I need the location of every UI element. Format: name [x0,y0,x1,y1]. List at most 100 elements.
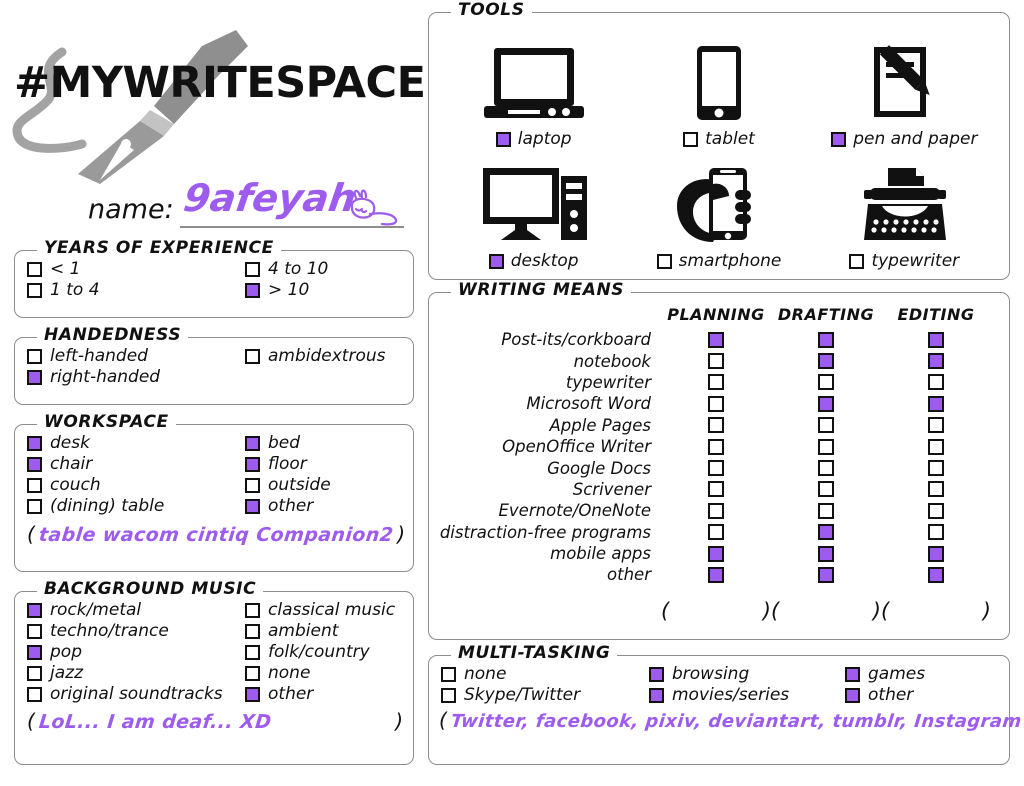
checkbox-row[interactable]: movies/series [649,687,845,704]
writing-means-cell[interactable] [771,353,881,370]
checkbox-planning[interactable] [708,395,724,412]
writing-means-cell[interactable] [771,566,881,583]
writing-means-cell[interactable] [881,438,991,455]
checkbox-row[interactable]: floor [245,456,331,473]
checkbox-row[interactable]: browsing [649,666,845,683]
writing-means-cell[interactable] [881,353,991,370]
checkbox-drafting[interactable] [818,438,834,455]
checkbox-drafting[interactable] [818,502,834,519]
checkbox-experience-under-1[interactable] [27,262,42,277]
writing-means-cell[interactable] [881,481,991,498]
checkbox-left-handed[interactable] [27,349,42,364]
checkbox-movies-series[interactable] [649,688,664,703]
checkbox-row[interactable]: pop [27,644,245,661]
checkbox-floor[interactable] [245,457,260,472]
checkbox-editing[interactable] [928,566,944,583]
checkbox-row[interactable]: none [441,666,649,683]
checkbox-row[interactable]: desktop [488,251,579,271]
checkbox-row[interactable]: desk [27,435,245,452]
writing-means-cell[interactable] [661,438,771,455]
checkbox-rock-metal[interactable] [27,603,42,618]
checkbox-planning[interactable] [708,545,724,562]
checkbox-music-none[interactable] [245,666,260,681]
writing-means-cell[interactable] [661,331,771,348]
checkbox-ambidextrous[interactable] [245,349,260,364]
checkbox-row[interactable]: pen and paper [831,129,977,149]
writing-means-cell[interactable] [881,545,991,562]
checkbox-row[interactable]: outside [245,477,331,494]
workspace-other-text[interactable]: table wacom cintiq Companion2 [38,524,395,546]
checkbox-row[interactable]: > 10 [245,282,328,299]
writing-means-cell[interactable] [661,460,771,477]
writing-means-cell[interactable] [771,545,881,562]
checkbox-classical-music[interactable] [245,603,260,618]
writing-means-cell[interactable] [771,460,881,477]
checkbox-drafting[interactable] [818,524,834,541]
writing-means-cell[interactable] [661,566,771,583]
other-note-editing[interactable]: ( ) [881,599,991,623]
checkbox-planning[interactable] [708,438,724,455]
checkbox-planning[interactable] [708,502,724,519]
music-other-text[interactable]: LoL... I am deaf... XD [38,711,273,733]
checkbox-folk-country[interactable] [245,645,260,660]
writing-means-cell[interactable] [771,395,881,412]
checkbox-row[interactable]: jazz [27,665,245,682]
checkbox-typewriter[interactable] [849,253,865,269]
checkbox-row[interactable]: tablet [683,129,755,149]
checkbox-workspace-other[interactable] [245,499,260,514]
checkbox-row[interactable]: bed [245,435,331,452]
checkbox-row[interactable]: right-handed [27,369,245,386]
writing-means-cell[interactable] [771,331,881,348]
writing-means-cell[interactable] [661,545,771,562]
checkbox-techno-trance[interactable] [27,624,42,639]
checkbox-row[interactable]: techno/trance [27,623,245,640]
checkbox-jazz[interactable] [27,666,42,681]
checkbox-drafting[interactable] [818,331,834,348]
checkbox-experience-4-to-10[interactable] [245,262,260,277]
checkbox-ambient[interactable] [245,624,260,639]
checkbox-drafting[interactable] [818,395,834,412]
writing-means-cell[interactable] [881,331,991,348]
checkbox-music-other[interactable] [245,687,260,702]
writing-means-cell[interactable] [771,481,881,498]
other-note-drafting[interactable]: ( ) [771,599,881,623]
checkbox-row[interactable]: couch [27,477,245,494]
checkbox-editing[interactable] [928,374,944,391]
checkbox-editing[interactable] [928,395,944,412]
checkbox-row[interactable]: rock/metal [27,602,245,619]
checkbox-editing[interactable] [928,460,944,477]
checkbox-row[interactable]: 4 to 10 [245,261,328,278]
checkbox-smartphone[interactable] [656,253,672,269]
checkbox-drafting[interactable] [818,353,834,370]
checkbox-drafting[interactable] [818,460,834,477]
writing-means-cell[interactable] [771,374,881,391]
checkbox-experience-over-10[interactable] [245,283,260,298]
writing-means-cell[interactable] [771,438,881,455]
checkbox-editing[interactable] [928,545,944,562]
writing-means-cell[interactable] [881,566,991,583]
checkbox-tablet[interactable] [683,131,699,147]
checkbox-chair[interactable] [27,457,42,472]
checkbox-editing[interactable] [928,353,944,370]
checkbox-experience-1-to-4[interactable] [27,283,42,298]
checkbox-row[interactable]: typewriter [849,251,959,271]
checkbox-editing[interactable] [928,417,944,434]
checkbox-pen-and-paper[interactable] [831,131,847,147]
checkbox-row[interactable]: classical music [245,602,395,619]
checkbox-planning[interactable] [708,524,724,541]
checkbox-editing[interactable] [928,502,944,519]
checkbox-editing[interactable] [928,438,944,455]
checkbox-row[interactable]: other [245,498,331,515]
checkbox-editing[interactable] [928,524,944,541]
checkbox-row[interactable]: laptop [495,129,572,149]
writing-means-cell[interactable] [881,395,991,412]
checkbox-row[interactable]: other [845,687,925,704]
writing-means-cell[interactable] [771,524,881,541]
writing-means-cell[interactable] [661,524,771,541]
checkbox-planning[interactable] [708,460,724,477]
writing-means-cell[interactable] [771,417,881,434]
checkbox-couch[interactable] [27,478,42,493]
checkbox-drafting[interactable] [818,545,834,562]
writing-means-cell[interactable] [661,417,771,434]
checkbox-desk[interactable] [27,436,42,451]
